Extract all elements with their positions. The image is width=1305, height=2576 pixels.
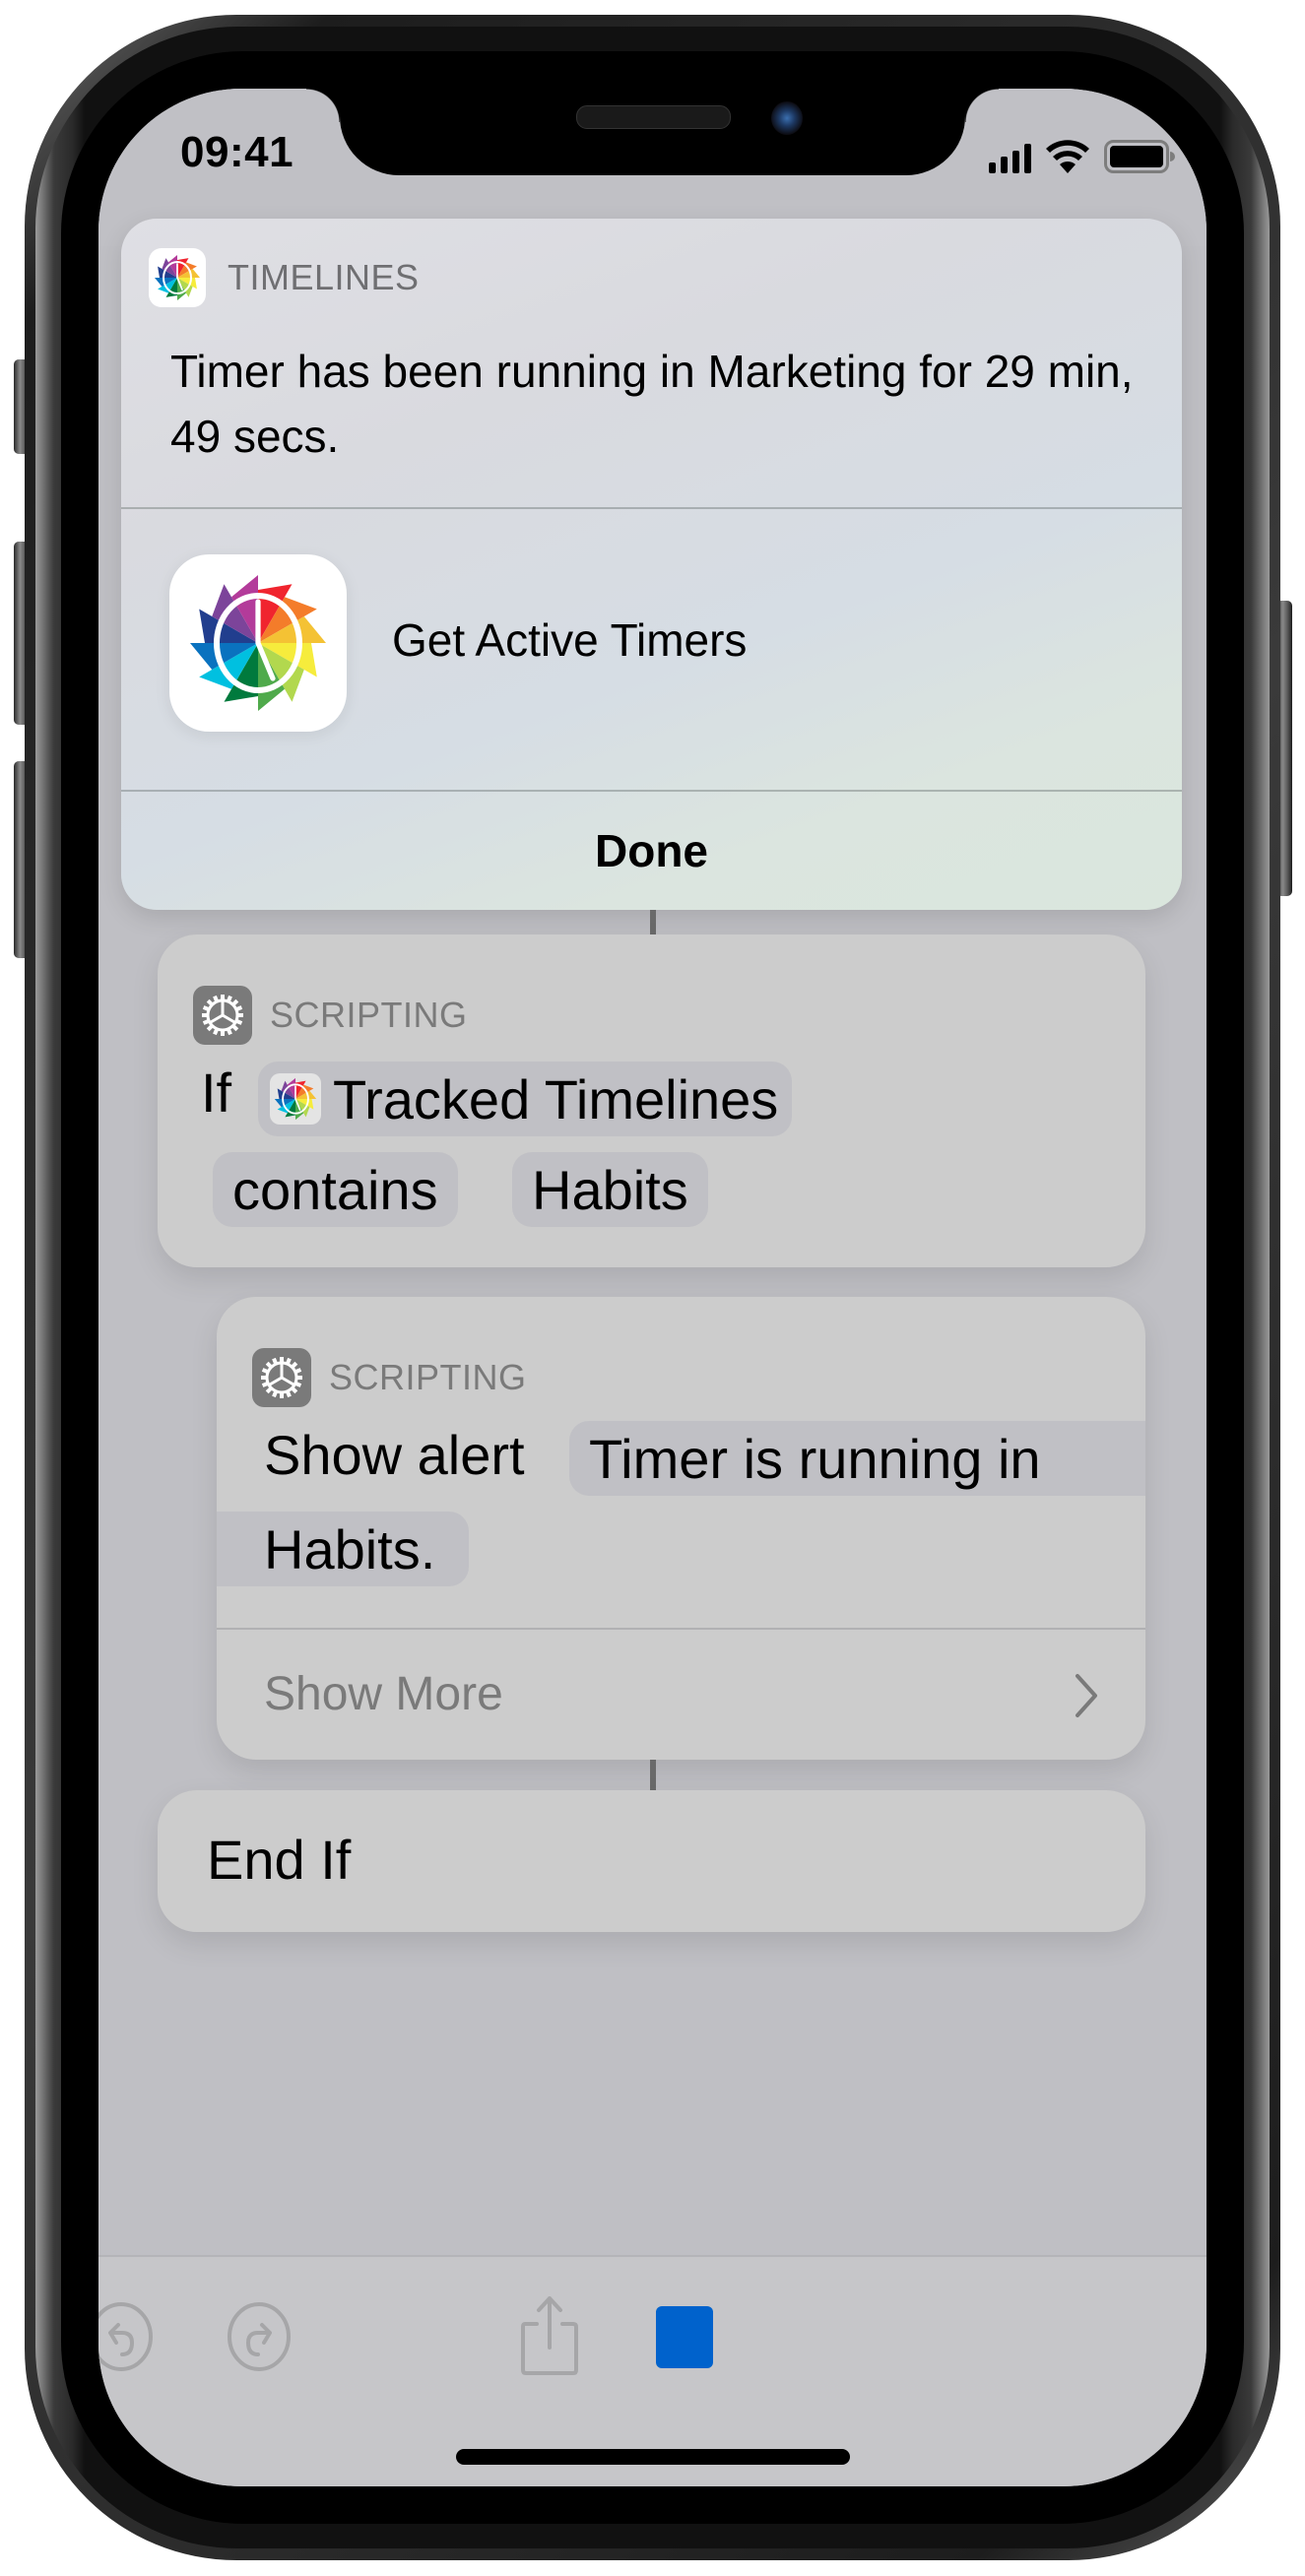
alert-message-line2: Habits. (264, 1517, 436, 1580)
show-alert-label: Show alert (264, 1424, 525, 1486)
wifi-icon (1046, 140, 1089, 173)
notch (306, 89, 999, 175)
show-alert-action-card[interactable]: SCRIPTING Show alert Timer is running in… (217, 1297, 1145, 1760)
redo-icon[interactable] (227, 2301, 292, 2372)
timelines-app-icon (270, 1073, 321, 1125)
timelines-app-icon (149, 248, 206, 307)
connector-line (650, 1760, 656, 1790)
alert-message-token[interactable]: Timer is running in (569, 1421, 1145, 1496)
get-active-timers-action[interactable]: Get Active Timers (121, 507, 1182, 785)
share-icon[interactable] (519, 2294, 580, 2377)
show-more-label: Show More (264, 1668, 503, 1720)
condition-label: contains (232, 1158, 438, 1221)
home-indicator[interactable] (456, 2449, 850, 2465)
undo-icon[interactable] (98, 2301, 154, 2372)
input-token-label: Tracked Timelines (333, 1067, 779, 1130)
chevron-right-icon (1076, 1674, 1097, 1717)
card-header: SCRIPTING (252, 1348, 527, 1407)
status-time: 09:41 (180, 128, 294, 176)
front-camera (771, 101, 803, 135)
stop-icon[interactable] (656, 2306, 713, 2368)
value-label: Habits (532, 1158, 688, 1221)
if-action-card[interactable]: SCRIPTING If Tracked Timelines contains … (158, 934, 1145, 1267)
speaker-grille (576, 105, 731, 129)
connector-line (650, 910, 656, 934)
gear-icon (193, 986, 252, 1045)
timelines-app-icon (169, 554, 347, 732)
show-more-row[interactable]: Show More (217, 1630, 1145, 1760)
end-if-label: End If (207, 1829, 352, 1891)
alert-message-token-continued[interactable]: Habits. (217, 1512, 469, 1586)
if-keyword: If (201, 1062, 232, 1124)
battery-icon (1104, 140, 1175, 173)
notification-message: Timer has been running in Marketing for … (170, 346, 1134, 462)
action-label: Get Active Timers (392, 614, 748, 666)
condition-token[interactable]: contains (213, 1152, 458, 1227)
status-icons (989, 140, 1175, 173)
color-wheel (155, 255, 200, 300)
notification-app-name: TIMELINES (228, 257, 420, 297)
input-token[interactable]: Tracked Timelines (258, 1062, 793, 1136)
gear-icon (252, 1348, 311, 1407)
end-if-action-card[interactable]: End If (158, 1790, 1145, 1932)
category-label: SCRIPTING (270, 995, 468, 1035)
notification-card[interactable]: TIMELINES Timer has been running in Mark… (121, 219, 1182, 910)
notification-header: TIMELINES (149, 248, 420, 307)
alert-message-line1: Timer is running in (589, 1427, 1041, 1490)
done-button[interactable]: Done (121, 792, 1182, 910)
cellular-signal-icon (989, 144, 1031, 173)
category-label: SCRIPTING (329, 1357, 527, 1397)
screen: 09:41 TIMELINES Timer has been running i… (98, 89, 1207, 2486)
value-token[interactable]: Habits (512, 1152, 708, 1227)
card-header: SCRIPTING (193, 986, 468, 1045)
